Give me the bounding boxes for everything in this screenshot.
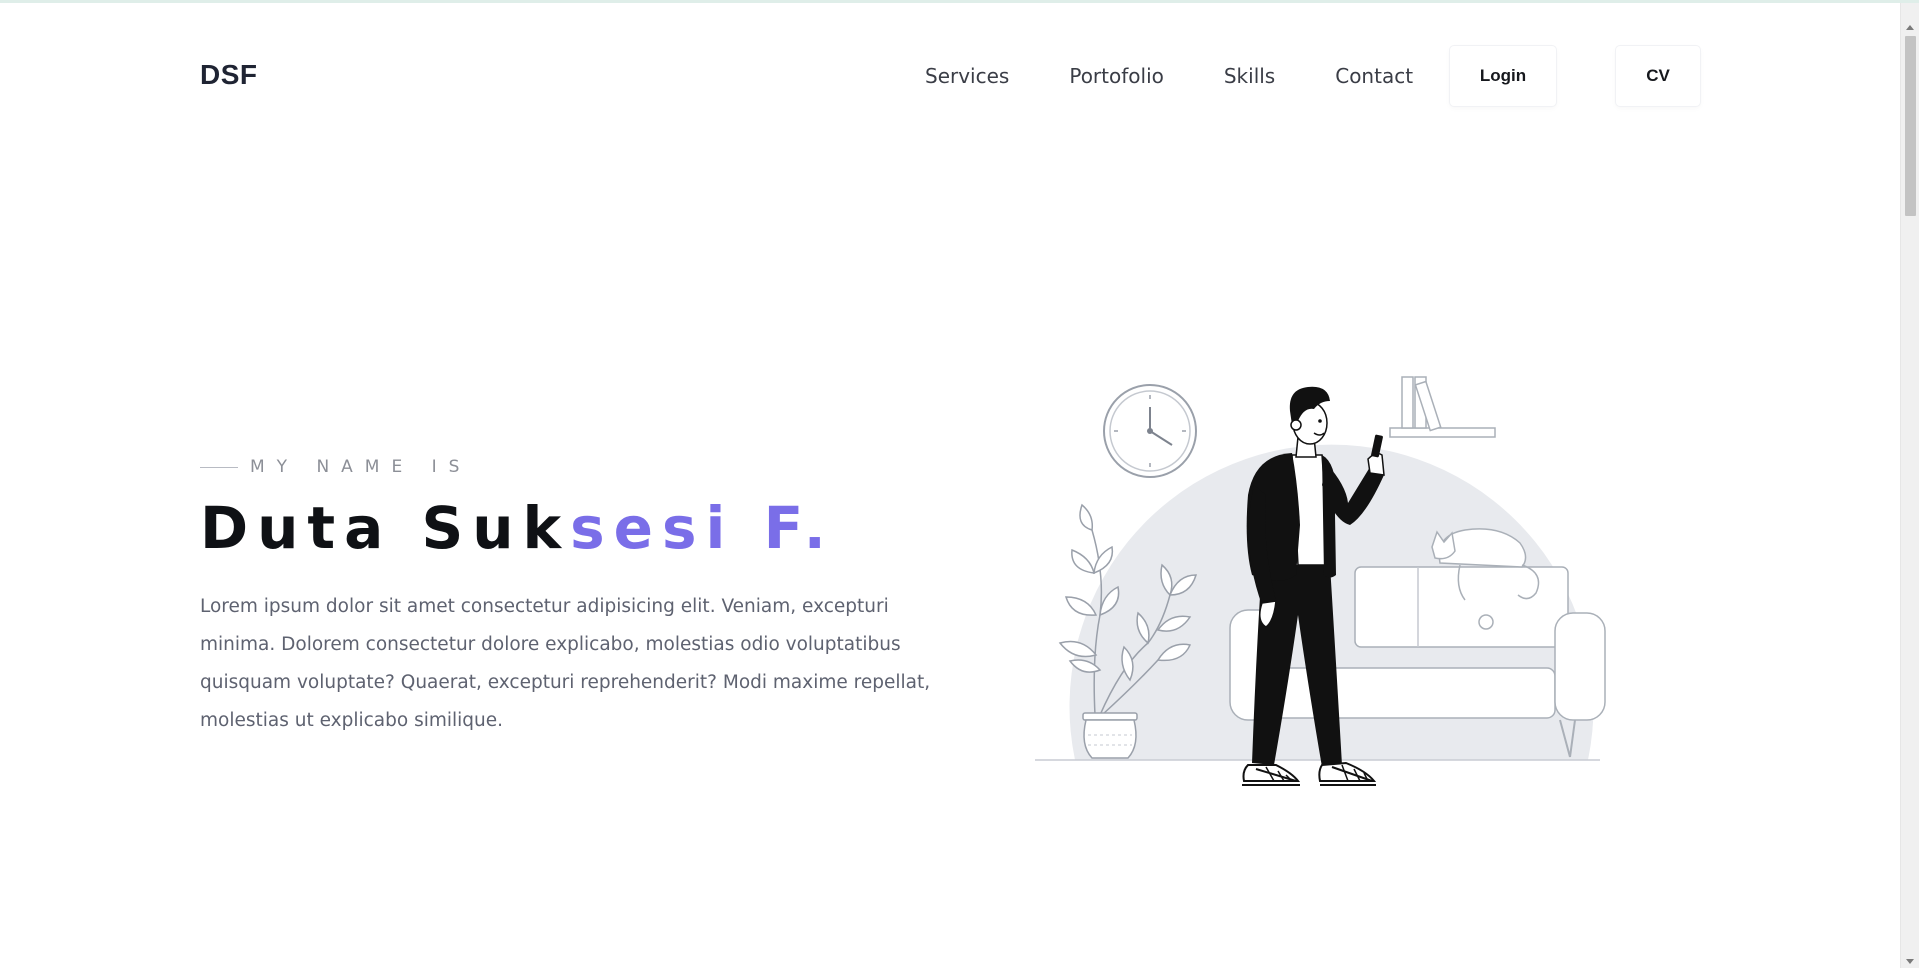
hero-name-plain: Duta Suk [200,494,571,562]
scroll-up-icon[interactable] [1906,25,1914,30]
nav-link-contact[interactable]: Contact [1335,64,1413,88]
intro-row: MY NAME IS [200,450,940,484]
hero-illustration [1030,325,1620,815]
bookshelf-icon [1389,376,1496,438]
intro-label: MY NAME IS [250,457,472,477]
nav-link-skills[interactable]: Skills [1224,64,1275,88]
logo[interactable]: DSF [200,59,258,91]
navbar: DSF Services Portofolio Skills Contact L… [200,40,1700,112]
intro-divider [200,466,238,468]
hero-section: MY NAME IS Duta Suksesi F. Lorem ipsum d… [200,450,940,740]
nav-link-portofolio[interactable]: Portofolio [1069,64,1164,88]
nav-link-services[interactable]: Services [925,64,1009,88]
cv-button[interactable]: CV [1616,46,1700,106]
vertical-scrollbar[interactable] [1900,3,1919,968]
hero-name-accent: sesi F. [570,494,835,562]
scroll-down-icon[interactable] [1906,959,1914,964]
top-accent-line [0,0,1919,3]
wall-clock-icon [1103,384,1197,478]
hero-name: Duta Suksesi F. [200,494,940,562]
login-button[interactable]: Login [1450,46,1556,106]
hero-description: Lorem ipsum dolor sit amet consectetur a… [200,596,931,731]
nav-links: Services Portofolio Skills Contact [925,64,1413,88]
scroll-thumb[interactable] [1905,36,1916,216]
